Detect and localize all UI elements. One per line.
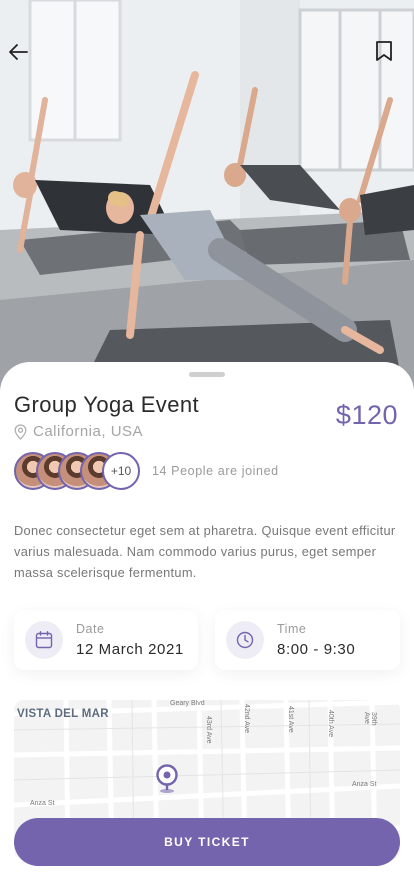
time-value: 8:00 - 9:30: [277, 641, 356, 658]
date-card: Date 12 March 2021: [14, 610, 198, 670]
location-text: California, USA: [33, 423, 144, 440]
street-label: Geary Blvd: [170, 700, 205, 707]
date-icon-wrap: [25, 621, 63, 659]
date-label: Date: [76, 622, 105, 636]
event-hero-photo: [0, 0, 414, 400]
street-label: 39th Ave: [363, 712, 377, 726]
street-label: 42nd Ave: [243, 704, 250, 734]
attendees-count-text: 14 People are joined: [152, 464, 279, 478]
street-label: Anza St: [352, 781, 377, 788]
street-label: 41st Ave: [287, 706, 294, 733]
map-marker-icon[interactable]: [155, 764, 179, 794]
arrow-left-icon: [9, 44, 28, 60]
date-value: 12 March 2021: [76, 641, 184, 658]
calendar-icon: [35, 631, 53, 649]
map-pin-icon: [14, 423, 27, 440]
back-button[interactable]: [6, 40, 40, 74]
clock-icon: [236, 631, 254, 649]
bookmark-button[interactable]: [374, 40, 408, 74]
more-attendees-badge: +10: [102, 452, 140, 490]
event-title: Group Yoga Event: [14, 392, 199, 417]
attendees-group[interactable]: +10 14 People are joined: [14, 452, 279, 490]
bookmark-icon: [376, 41, 392, 61]
street-label: 40th Ave: [327, 710, 334, 738]
event-description: Donec consectetur eget sem at pharetra. …: [14, 523, 396, 580]
street-label: Anza St: [30, 800, 55, 807]
event-details-sheet: Group Yoga Event $120 California, USA +1…: [0, 362, 414, 896]
time-icon-wrap: [226, 621, 264, 659]
street-label: 43rd Ave: [205, 716, 212, 744]
time-label: Time: [277, 622, 307, 636]
sheet-drag-handle[interactable]: [189, 372, 225, 377]
event-price: $120: [335, 400, 398, 430]
buy-ticket-button[interactable]: BUY TICKET: [14, 818, 400, 866]
yoga-class-illustration: [0, 0, 414, 400]
map-district-label: VISTA DEL MAR: [17, 708, 109, 720]
event-location: California, USA: [14, 423, 143, 440]
time-card: Time 8:00 - 9:30: [215, 610, 400, 670]
